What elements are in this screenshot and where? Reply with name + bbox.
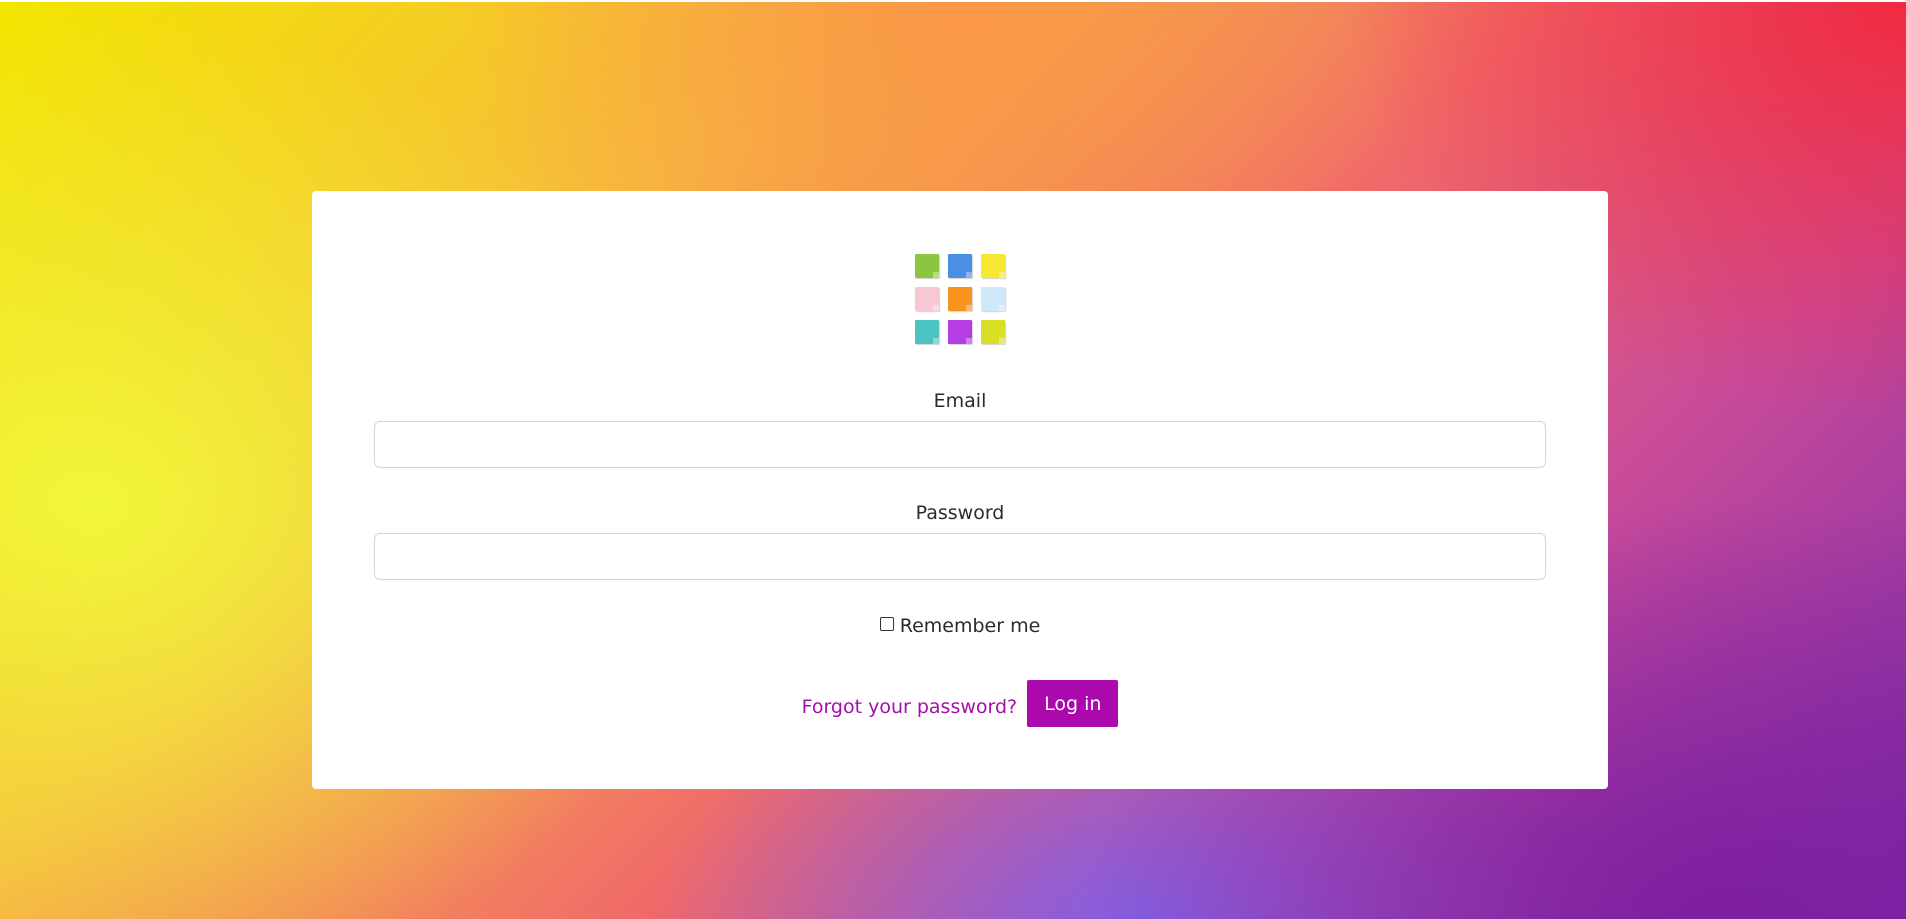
remember-me-label[interactable]: Remember me xyxy=(900,615,1041,637)
remember-me-row: Remember me xyxy=(312,615,1608,637)
login-button[interactable]: Log in xyxy=(1027,680,1119,727)
top-border xyxy=(0,0,1906,2)
sticky-note-icon xyxy=(948,254,972,278)
sticky-note-icon xyxy=(948,320,972,344)
password-label: Password xyxy=(915,502,1005,524)
forgot-password-link[interactable]: Forgot your password? xyxy=(802,696,1018,718)
sticky-note-icon xyxy=(915,254,939,278)
app-logo xyxy=(915,254,1011,350)
sticky-note-icon xyxy=(948,287,972,311)
sticky-note-icon xyxy=(915,287,939,311)
sticky-note-icon xyxy=(981,287,1005,311)
sticky-note-icon xyxy=(915,320,939,344)
email-label: Email xyxy=(933,390,987,412)
login-card: Email Password Remember me Forgot your p… xyxy=(312,191,1608,789)
remember-me-checkbox[interactable] xyxy=(879,617,894,631)
email-field[interactable] xyxy=(374,421,1546,468)
sticky-note-icon xyxy=(981,254,1005,278)
password-field[interactable] xyxy=(374,533,1546,580)
sticky-note-icon xyxy=(981,320,1005,344)
form-actions: Forgot your password? Log in xyxy=(312,680,1608,727)
